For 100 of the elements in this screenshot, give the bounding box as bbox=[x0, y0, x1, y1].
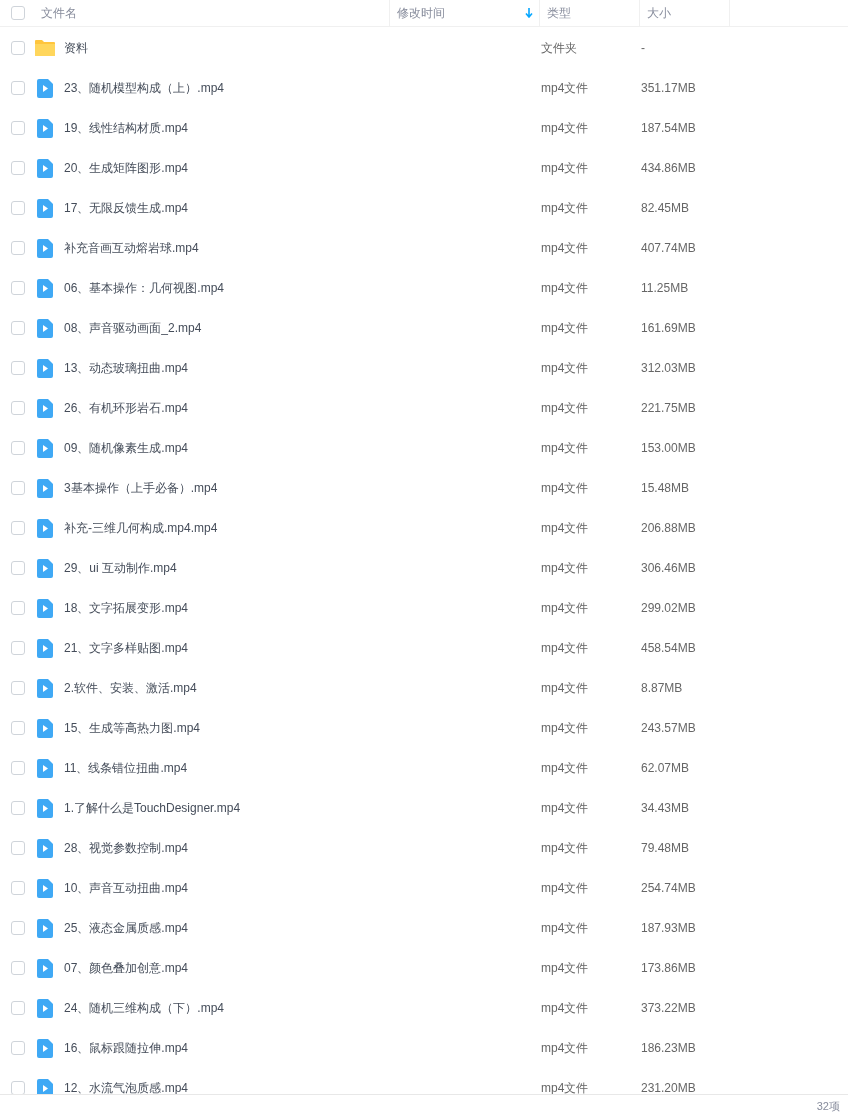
checkbox[interactable] bbox=[11, 841, 25, 855]
checkbox[interactable] bbox=[11, 1081, 25, 1094]
file-row[interactable]: 08、声音驱动画面_2.mp4 mp4文件 161.69MB bbox=[0, 308, 848, 348]
checkbox[interactable] bbox=[11, 41, 25, 55]
checkbox[interactable] bbox=[11, 1001, 25, 1015]
file-name[interactable]: 19、线性结构材质.mp4 bbox=[64, 119, 189, 137]
column-header[interactable]: 修改时间 bbox=[397, 4, 445, 22]
file-row[interactable]: 17、无限反馈生成.mp4 mp4文件 82.45MB bbox=[0, 188, 848, 228]
file-name[interactable]: 18、文字拓展变形.mp4 bbox=[64, 599, 189, 617]
file-type: mp4文件 bbox=[541, 201, 589, 215]
file-row[interactable]: 2.软件、安装、激活.mp4 mp4文件 8.87MB bbox=[0, 668, 848, 708]
file-type: mp4文件 bbox=[541, 881, 589, 895]
checkbox[interactable] bbox=[11, 721, 25, 735]
file-name[interactable]: 补充音画互动熔岩球.mp4 bbox=[64, 239, 199, 257]
file-name[interactable]: 3基本操作（上手必备）.mp4 bbox=[64, 479, 218, 497]
file-name[interactable]: 23、随机模型构成（上）.mp4 bbox=[64, 79, 225, 97]
checkbox[interactable] bbox=[11, 961, 25, 975]
file-row[interactable]: 10、声音互动扭曲.mp4 mp4文件 254.74MB bbox=[0, 868, 848, 908]
column-header[interactable]: 类型 bbox=[547, 4, 571, 22]
video-file-icon bbox=[37, 1038, 53, 1058]
checkbox[interactable] bbox=[11, 81, 25, 95]
checkbox[interactable] bbox=[11, 241, 25, 255]
checkbox[interactable] bbox=[11, 761, 25, 775]
checkbox[interactable] bbox=[11, 921, 25, 935]
file-size: 231.20MB bbox=[641, 1081, 696, 1094]
checkbox[interactable] bbox=[11, 561, 25, 575]
file-row[interactable]: 15、生成等高热力图.mp4 mp4文件 243.57MB bbox=[0, 708, 848, 748]
file-size: 306.46MB bbox=[641, 561, 696, 575]
file-row[interactable]: 12、水流气泡质感.mp4 mp4文件 231.20MB bbox=[0, 1068, 848, 1094]
file-name[interactable]: 09、随机像素生成.mp4 bbox=[64, 439, 189, 457]
file-name[interactable]: 07、颜色叠加创意.mp4 bbox=[64, 959, 189, 977]
checkbox[interactable] bbox=[11, 321, 25, 335]
file-name[interactable]: 10、声音互动扭曲.mp4 bbox=[64, 879, 189, 897]
video-file-icon bbox=[37, 998, 53, 1018]
file-type: mp4文件 bbox=[541, 1041, 589, 1055]
file-row[interactable]: 24、随机三维构成（下）.mp4 mp4文件 373.22MB bbox=[0, 988, 848, 1028]
checkbox[interactable] bbox=[11, 401, 25, 415]
file-name[interactable]: 16、鼠标跟随拉伸.mp4 bbox=[64, 1039, 189, 1057]
checkbox[interactable] bbox=[11, 881, 25, 895]
checkbox[interactable] bbox=[11, 161, 25, 175]
file-row[interactable]: 20、生成矩阵图形.mp4 mp4文件 434.86MB bbox=[0, 148, 848, 188]
file-row[interactable]: 06、基本操作：几何视图.mp4 mp4文件 11.25MB bbox=[0, 268, 848, 308]
checkbox[interactable] bbox=[11, 481, 25, 495]
file-row[interactable]: 26、有机环形岩石.mp4 mp4文件 221.75MB bbox=[0, 388, 848, 428]
checkbox[interactable] bbox=[11, 361, 25, 375]
file-size: 312.03MB bbox=[641, 361, 696, 375]
file-name[interactable]: 资料 bbox=[64, 39, 88, 57]
file-row[interactable]: 28、视觉参数控制.mp4 mp4文件 79.48MB bbox=[0, 828, 848, 868]
file-name[interactable]: 15、生成等高热力图.mp4 bbox=[64, 719, 201, 737]
file-name[interactable]: 25、液态金属质感.mp4 bbox=[64, 919, 189, 937]
file-row[interactable]: 补充音画互动熔岩球.mp4 mp4文件 407.74MB bbox=[0, 228, 848, 268]
checkbox[interactable] bbox=[11, 441, 25, 455]
file-name[interactable]: 2.软件、安装、激活.mp4 bbox=[64, 679, 197, 697]
file-name[interactable]: 21、文字多样贴图.mp4 bbox=[64, 639, 189, 657]
sort-down-arrow-icon[interactable] bbox=[525, 8, 533, 18]
checkbox[interactable] bbox=[11, 521, 25, 535]
checkbox[interactable] bbox=[11, 201, 25, 215]
file-name[interactable]: 13、动态玻璃扭曲.mp4 bbox=[64, 359, 189, 377]
column-header[interactable]: 大小 bbox=[647, 4, 671, 22]
file-row[interactable]: 13、动态玻璃扭曲.mp4 mp4文件 312.03MB bbox=[0, 348, 848, 388]
file-name[interactable]: 24、随机三维构成（下）.mp4 bbox=[64, 999, 225, 1017]
file-row[interactable]: 25、液态金属质感.mp4 mp4文件 187.93MB bbox=[0, 908, 848, 948]
file-row[interactable]: 11、线条错位扭曲.mp4 mp4文件 62.07MB bbox=[0, 748, 848, 788]
video-file-icon bbox=[37, 598, 53, 618]
checkbox[interactable] bbox=[11, 801, 25, 815]
file-row[interactable]: 补充-三维几何构成.mp4.mp4 mp4文件 206.88MB bbox=[0, 508, 848, 548]
checkbox[interactable] bbox=[11, 641, 25, 655]
file-row[interactable]: 资料 文件夹 - bbox=[0, 28, 848, 68]
file-name[interactable]: 29、ui 互动制作.mp4 bbox=[64, 559, 177, 577]
file-size: 82.45MB bbox=[641, 201, 690, 215]
file-row[interactable]: 09、随机像素生成.mp4 mp4文件 153.00MB bbox=[0, 428, 848, 468]
checkbox[interactable] bbox=[11, 121, 25, 135]
column-header[interactable]: 文件名 bbox=[41, 4, 77, 22]
file-row[interactable]: 3基本操作（上手必备）.mp4 mp4文件 15.48MB bbox=[0, 468, 848, 508]
file-name[interactable]: 补充-三维几何构成.mp4.mp4 bbox=[64, 519, 218, 537]
file-name[interactable]: 12、水流气泡质感.mp4 bbox=[64, 1079, 189, 1094]
file-size: 62.07MB bbox=[641, 761, 690, 775]
file-row[interactable]: 07、颜色叠加创意.mp4 mp4文件 173.86MB bbox=[0, 948, 848, 988]
file-name[interactable]: 28、视觉参数控制.mp4 bbox=[64, 839, 189, 857]
file-name[interactable]: 17、无限反馈生成.mp4 bbox=[64, 199, 189, 217]
checkbox[interactable] bbox=[11, 6, 25, 20]
checkbox[interactable] bbox=[11, 601, 25, 615]
file-row[interactable]: 19、线性结构材质.mp4 mp4文件 187.54MB bbox=[0, 108, 848, 148]
checkbox[interactable] bbox=[11, 281, 25, 295]
file-name[interactable]: 08、声音驱动画面_2.mp4 bbox=[64, 319, 202, 337]
file-name[interactable]: 20、生成矩阵图形.mp4 bbox=[64, 159, 189, 177]
file-row[interactable]: 18、文字拓展变形.mp4 mp4文件 299.02MB bbox=[0, 588, 848, 628]
file-row[interactable]: 1.了解什么是TouchDesigner.mp4 mp4文件 34.43MB bbox=[0, 788, 848, 828]
file-name[interactable]: 11、线条错位扭曲.mp4 bbox=[64, 759, 188, 777]
file-row[interactable]: 21、文字多样贴图.mp4 mp4文件 458.54MB bbox=[0, 628, 848, 668]
checkbox[interactable] bbox=[11, 1041, 25, 1055]
file-name[interactable]: 26、有机环形岩石.mp4 bbox=[64, 399, 189, 417]
file-name[interactable]: 06、基本操作：几何视图.mp4 bbox=[64, 279, 225, 297]
checkbox[interactable] bbox=[11, 681, 25, 695]
file-type: mp4文件 bbox=[541, 241, 589, 255]
file-row[interactable]: 29、ui 互动制作.mp4 mp4文件 306.46MB bbox=[0, 548, 848, 588]
video-file-icon bbox=[37, 318, 53, 338]
file-name[interactable]: 1.了解什么是TouchDesigner.mp4 bbox=[64, 799, 241, 817]
file-row[interactable]: 16、鼠标跟随拉伸.mp4 mp4文件 186.23MB bbox=[0, 1028, 848, 1068]
file-row[interactable]: 23、随机模型构成（上）.mp4 mp4文件 351.17MB bbox=[0, 68, 848, 108]
